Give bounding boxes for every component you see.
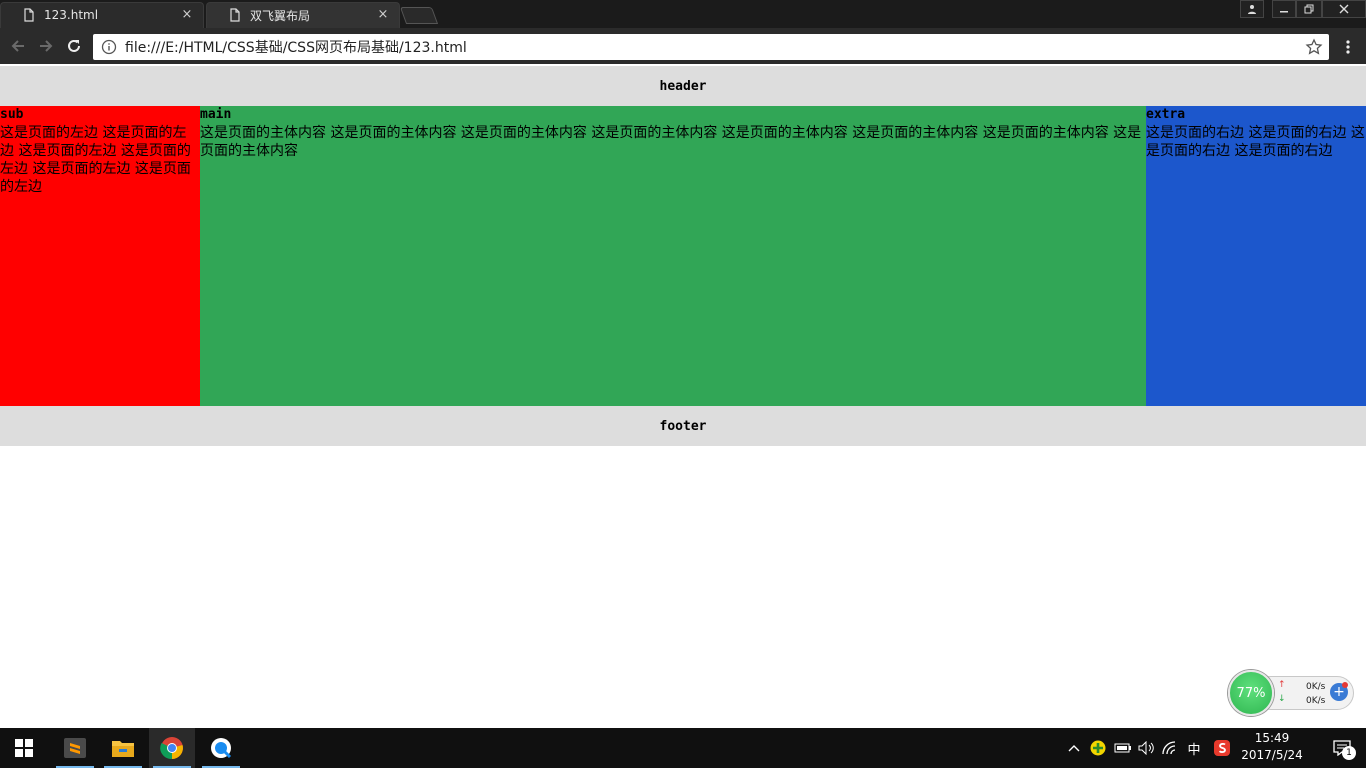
arrow-right-icon — [40, 40, 53, 52]
clock-time: 15:49 — [1254, 731, 1290, 745]
reload-button[interactable] — [64, 36, 84, 56]
taskbar-qq-browser[interactable] — [198, 728, 244, 768]
battery-icon — [1114, 743, 1131, 753]
action-center-button[interactable]: 1 — [1318, 728, 1366, 768]
address-url[interactable]: file:///E:/HTML/CSS基础/CSS网页布局基础/123.html — [125, 37, 1305, 57]
taskbar-file-explorer[interactable] — [100, 728, 146, 768]
restore-button[interactable] — [1296, 0, 1322, 18]
star-icon[interactable] — [1305, 38, 1323, 56]
upload-speed: 0K/s — [1306, 682, 1326, 692]
page-footer: footer — [0, 406, 1366, 446]
back-button[interactable] — [8, 36, 28, 56]
menu-button[interactable] — [1338, 36, 1358, 58]
new-tab-button[interactable] — [399, 7, 439, 24]
tray-overflow-button[interactable] — [1064, 728, 1084, 768]
page-header: header — [0, 66, 1366, 106]
notification-count: 1 — [1342, 746, 1356, 760]
taskbar: 中 15:49 2017/5/24 1 — [0, 728, 1366, 768]
network-monitor-widget[interactable]: 77% ↑ 0K/s ↓ 0K/s + — [1228, 670, 1354, 716]
clock-date: 2017/5/24 — [1241, 748, 1303, 762]
upload-arrow-icon: ↑ — [1278, 680, 1286, 690]
extra-text: 这是页面的右边 这是页面的右边 这是页面的右边 这是页面的右边 — [1146, 125, 1365, 159]
download-speed: 0K/s — [1306, 696, 1326, 706]
arrow-left-icon — [11, 40, 24, 52]
sub-title: sub — [0, 107, 24, 122]
tab-close-icon[interactable]: × — [376, 8, 390, 22]
speaker-icon — [1138, 741, 1154, 755]
tab-label: 123.html — [44, 8, 99, 22]
main-title: main — [200, 107, 232, 122]
chevron-up-icon — [1068, 745, 1080, 752]
window-controls — [1240, 0, 1366, 18]
extra-title: extra — [1146, 107, 1186, 122]
taskbar-sublime-text[interactable] — [52, 728, 98, 768]
page-icon — [22, 8, 36, 22]
person-icon — [1248, 5, 1256, 14]
wifi-icon — [1162, 741, 1176, 755]
tab-123-html[interactable]: 123.html × — [0, 2, 204, 28]
info-icon[interactable] — [101, 39, 117, 55]
folder-icon — [112, 741, 134, 757]
close-icon — [1339, 4, 1349, 14]
reload-icon — [68, 39, 80, 52]
forward-button[interactable] — [36, 36, 56, 56]
sub-column: sub 这是页面的左边 这是页面的左边 这是页面的左边 这是页面的左边 这是页面… — [0, 106, 200, 406]
taskbar-chrome[interactable] — [149, 728, 195, 768]
minimize-icon — [1280, 11, 1288, 13]
tray-battery[interactable] — [1112, 728, 1134, 768]
minimize-button[interactable] — [1272, 0, 1296, 18]
sub-text: 这是页面的左边 这是页面的左边 这是页面的左边 这是页面的左边 这是页面的左边 … — [0, 125, 191, 195]
chrome-icon — [160, 737, 183, 760]
tray-security-app[interactable] — [1088, 728, 1108, 768]
sublime-text-icon — [64, 738, 86, 758]
profile-button[interactable] — [1240, 0, 1264, 18]
memory-usage-ball[interactable]: 77% — [1228, 670, 1274, 716]
address-bar[interactable]: file:///E:/HTML/CSS基础/CSS网页布局基础/123.html — [93, 34, 1329, 60]
tab-label: 双飞翼布局 — [250, 8, 311, 23]
download-arrow-icon: ↓ — [1278, 694, 1286, 704]
restore-icon — [1304, 4, 1314, 14]
tab-double-wing-layout[interactable]: 双飞翼布局 × — [206, 2, 400, 28]
tab-close-icon[interactable]: × — [180, 8, 194, 22]
page-icon — [228, 8, 242, 22]
notification-dot — [1342, 682, 1348, 688]
plus-shield-icon — [1090, 740, 1106, 756]
main-column: main 这是页面的主体内容 这是页面的主体内容 这是页面的主体内容 这是页面的… — [200, 106, 1146, 406]
tray-sogou[interactable] — [1210, 728, 1234, 768]
extra-column: extra 这是页面的右边 这是页面的右边 这是页面的右边 这是页面的右边 — [1146, 106, 1366, 406]
windows-logo-icon — [15, 739, 33, 757]
main-text: 这是页面的主体内容 这是页面的主体内容 这是页面的主体内容 这是页面的主体内容 … — [200, 125, 1142, 159]
page-viewport: header sub 这是页面的左边 这是页面的左边 这是页面的左边 这是页面的… — [0, 66, 1366, 728]
taskbar-clock[interactable]: 15:49 2017/5/24 — [1240, 730, 1304, 766]
sogou-icon — [1214, 740, 1230, 756]
more-vert-icon — [1346, 40, 1350, 54]
tray-ime[interactable]: 中 — [1184, 728, 1204, 768]
close-window-button[interactable] — [1322, 0, 1366, 18]
tray-wifi[interactable] — [1160, 728, 1182, 768]
qq-browser-icon — [211, 738, 232, 759]
start-button[interactable] — [0, 728, 48, 768]
tray-volume[interactable] — [1136, 728, 1158, 768]
tab-strip: 123.html × 双飞翼布局 × — [0, 0, 1366, 28]
